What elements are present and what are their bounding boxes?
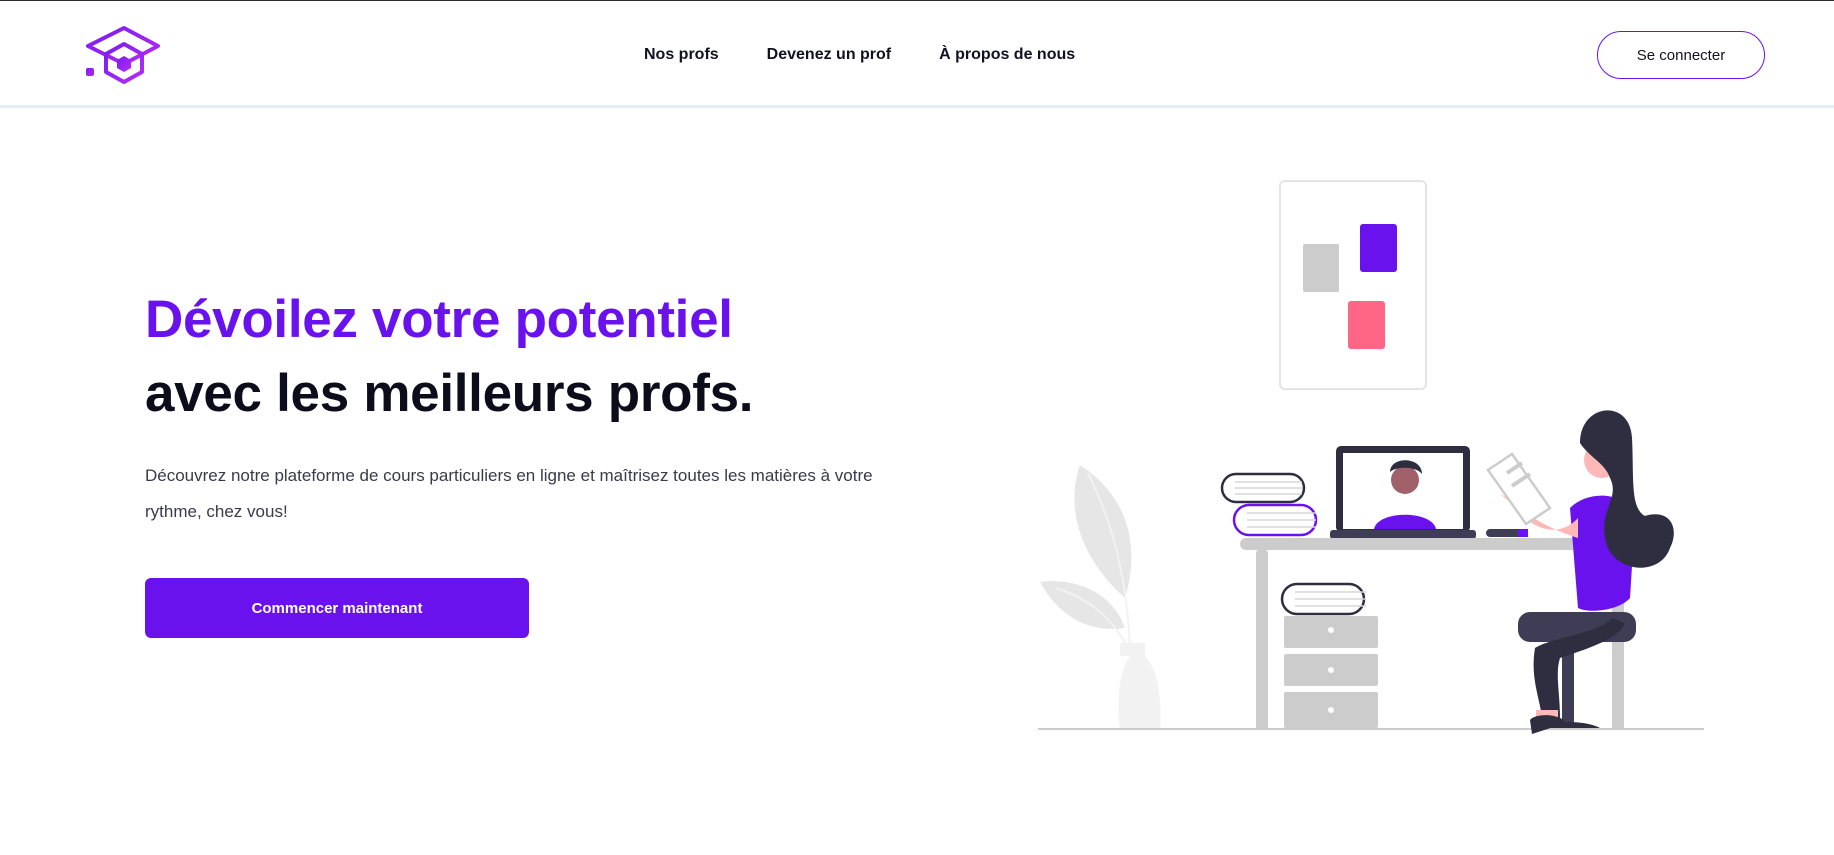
- hero-title-line2: avec les meilleurs profs.: [145, 364, 754, 423]
- start-now-button[interactable]: Commencer maintenant: [145, 578, 529, 638]
- main-nav: Nos profs Devenez un prof À propos de no…: [644, 45, 1075, 65]
- online-class-illustration: [1030, 178, 1710, 738]
- login-button[interactable]: Se connecter: [1597, 31, 1765, 79]
- site-header: Nos profs Devenez un prof À propos de no…: [0, 1, 1834, 108]
- hero-description: Découvrez notre plateforme de cours part…: [145, 466, 873, 521]
- nav-link-nos-profs[interactable]: Nos profs: [644, 46, 719, 64]
- hero-title: Dévoilez votre potentiel avec les meille…: [145, 283, 754, 431]
- logo-icon[interactable]: [84, 24, 160, 84]
- nav-link-devenez-un-prof[interactable]: Devenez un prof: [767, 46, 891, 64]
- nav-link-a-propos[interactable]: À propos de nous: [939, 46, 1075, 64]
- hero-title-line1: Dévoilez votre potentiel: [145, 290, 733, 349]
